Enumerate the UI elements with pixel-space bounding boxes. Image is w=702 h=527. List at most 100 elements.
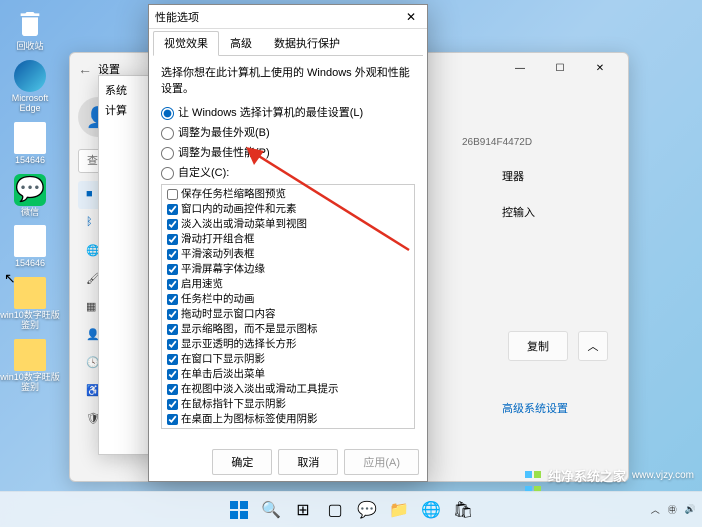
check-option-5[interactable]: 平滑屏幕字体边缘 <box>164 262 412 277</box>
desktop-icon-edge[interactable]: Microsoft Edge <box>0 60 60 114</box>
radio-input[interactable] <box>161 147 174 160</box>
close-icon[interactable]: ✕ <box>401 10 421 24</box>
chat-icon[interactable]: 💬 <box>353 496 381 524</box>
desktop-icon-recycle[interactable]: 回收站 <box>0 8 60 52</box>
radio-option-3[interactable]: 自定义(C): <box>161 164 415 180</box>
desktop-icon-doc1[interactable]: 154646 <box>0 122 60 166</box>
taskbar-right[interactable]: ︿ ㊥ 🔊 <box>651 503 696 516</box>
perf-checklist[interactable]: 保存任务栏缩略图预览窗口内的动画控件和元素淡入淡出或滑动菜单到视图滑动打开组合框… <box>161 184 415 429</box>
perf-radios: 让 Windows 选择计算机的最佳设置(L) 调整为最佳外观(B) 调整为最佳性能… <box>161 104 415 180</box>
radio-option-2[interactable]: 调整为最佳性能(P) <box>161 144 415 160</box>
desktop-icon-wechat[interactable]: 💬微信 <box>0 174 60 218</box>
check-input[interactable] <box>167 264 178 275</box>
check-input[interactable] <box>167 249 178 260</box>
volume-icon[interactable]: 🔊 <box>685 504 696 515</box>
check-option-1[interactable]: 窗口内的动画控件和元素 <box>164 202 412 217</box>
radio-input[interactable] <box>161 107 174 120</box>
watermark-text: 纯净系统之家 <box>548 466 626 485</box>
check-option-10[interactable]: 显示亚透明的选择长方形 <box>164 337 412 352</box>
watermark: 纯净系统之家 www.vjzy.com <box>524 466 694 485</box>
minimize-button[interactable]: — <box>500 53 540 85</box>
check-input[interactable] <box>167 399 178 410</box>
widgets-icon[interactable]: ▢ <box>321 496 349 524</box>
proc-label: 理器 <box>502 168 616 184</box>
check-input[interactable] <box>167 234 178 245</box>
check-option-9[interactable]: 显示缩略图，而不是显示图标 <box>164 322 412 337</box>
advanced-system-link[interactable]: 高级系统设置 <box>502 400 616 416</box>
edge-icon <box>14 60 46 92</box>
check-input[interactable] <box>167 324 178 335</box>
search-icon[interactable]: 🔍 <box>257 496 285 524</box>
perf-titlebar[interactable]: 性能选项 ✕ <box>149 5 427 29</box>
check-option-7[interactable]: 任务栏中的动画 <box>164 292 412 307</box>
desktop-icon-folder1[interactable]: win10数字旺版鉴别 <box>0 277 60 331</box>
recycle-icon <box>14 8 46 40</box>
tab-visual-effects[interactable]: 视觉效果 <box>153 31 219 56</box>
check-option-16[interactable]: 在最大化和最小化时显示窗口动画 <box>164 427 412 429</box>
check-input[interactable] <box>167 339 178 350</box>
file-icon <box>14 225 46 257</box>
store-icon[interactable]: 🛍 <box>449 496 477 524</box>
check-input[interactable] <box>167 279 178 290</box>
check-option-13[interactable]: 在视图中淡入淡出或滑动工具提示 <box>164 382 412 397</box>
check-input[interactable] <box>167 294 178 305</box>
check-option-15[interactable]: 在桌面上为图标标签使用阴影 <box>164 412 412 427</box>
tab-advanced[interactable]: 高级 <box>219 31 263 55</box>
expand-button[interactable]: ︿ <box>578 331 608 361</box>
folder-icon <box>14 277 46 309</box>
radio-option-1[interactable]: 调整为最佳外观(B) <box>161 124 415 140</box>
check-option-4[interactable]: 平滑滚动列表框 <box>164 247 412 262</box>
radio-input[interactable] <box>161 167 174 180</box>
wechat-icon: 💬 <box>14 174 46 206</box>
sys-title: 系统 <box>105 82 151 98</box>
start-button[interactable] <box>225 496 253 524</box>
check-input[interactable] <box>167 369 178 380</box>
explorer-icon[interactable]: 📁 <box>385 496 413 524</box>
apply-button[interactable]: 应用(A) <box>344 449 419 475</box>
perf-body: 选择你想在此计算机上使用的 Windows 外观和性能设置。 让 Windows… <box>149 56 427 437</box>
cancel-button[interactable]: 取消 <box>278 449 338 475</box>
check-option-6[interactable]: 启用速览 <box>164 277 412 292</box>
check-option-12[interactable]: 在单击后淡出菜单 <box>164 367 412 382</box>
doc-icon <box>14 122 46 154</box>
radio-option-0[interactable]: 让 Windows 选择计算机的最佳设置(L) <box>161 104 415 120</box>
close-button[interactable]: ✕ <box>580 53 620 85</box>
tab-dep[interactable]: 数据执行保护 <box>263 31 351 55</box>
check-option-11[interactable]: 在窗口下显示阴影 <box>164 352 412 367</box>
check-option-2[interactable]: 淡入淡出或滑动菜单到视图 <box>164 217 412 232</box>
check-input[interactable] <box>167 309 178 320</box>
perf-tabs: 视觉效果 高级 数据执行保护 <box>153 31 423 56</box>
performance-options-dialog: 性能选项 ✕ 视觉效果 高级 数据执行保护 选择你想在此计算机上使用的 Wind… <box>148 4 428 482</box>
maximize-button[interactable]: ☐ <box>540 53 580 85</box>
check-input[interactable] <box>167 414 178 425</box>
tray-chevron-icon[interactable]: ︿ <box>651 503 660 516</box>
watermark-url: www.vjzy.com <box>632 470 694 481</box>
check-option-3[interactable]: 滑动打开组合框 <box>164 232 412 247</box>
check-input[interactable] <box>167 219 178 230</box>
check-input[interactable] <box>167 354 178 365</box>
sys-sub: 计算 <box>105 102 151 118</box>
check-input[interactable] <box>167 204 178 215</box>
watermark-logo <box>524 467 542 485</box>
taskview-icon[interactable]: ⊞ <box>289 496 317 524</box>
desktop: 回收站 Microsoft Edge 154646 💬微信 154646 win… <box>0 0 70 401</box>
radio-input[interactable] <box>161 127 174 140</box>
check-input[interactable] <box>167 384 178 395</box>
check-option-14[interactable]: 在鼠标指针下显示阴影 <box>164 397 412 412</box>
desktop-icon-folder2[interactable]: win10数字旺版鉴别 <box>0 339 60 393</box>
input-label: 控输入 <box>502 204 616 220</box>
check-option-8[interactable]: 拖动时显示窗口内容 <box>164 307 412 322</box>
folder-icon <box>14 339 46 371</box>
check-option-0[interactable]: 保存任务栏缩略图预览 <box>164 187 412 202</box>
copy-button[interactable]: 复制 <box>508 331 568 361</box>
device-id: 26B914F4472D <box>462 137 616 148</box>
edge-taskbar-icon[interactable]: 🌐 <box>417 496 445 524</box>
ok-button[interactable]: 确定 <box>212 449 272 475</box>
back-button[interactable]: ← <box>78 61 98 77</box>
check-input[interactable] <box>167 189 178 200</box>
ime-icon[interactable]: ㊥ <box>668 503 677 516</box>
perf-desc: 选择你想在此计算机上使用的 Windows 外观和性能设置。 <box>161 64 415 96</box>
perf-buttons: 确定 取消 应用(A) <box>212 449 419 475</box>
desktop-icon-file1[interactable]: 154646 <box>0 225 60 269</box>
perf-title: 性能选项 <box>155 9 199 25</box>
